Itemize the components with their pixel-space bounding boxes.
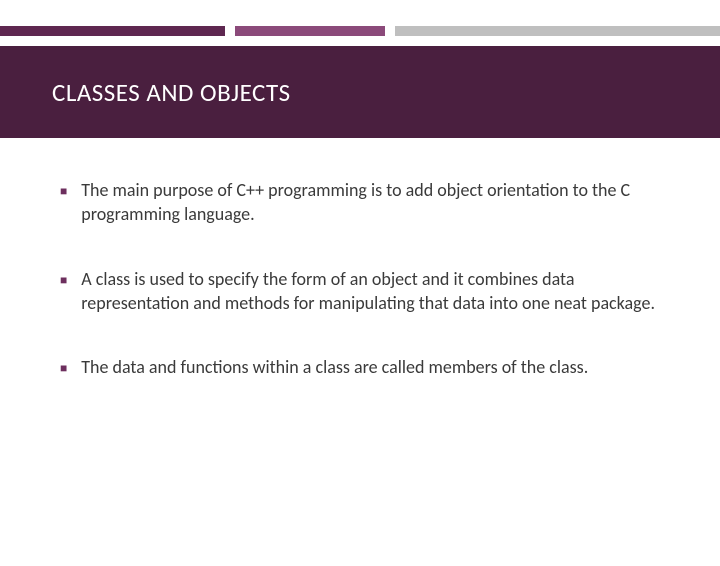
decorative-stripe — [0, 26, 720, 36]
stripe-segment-light — [395, 26, 720, 36]
stripe-segment-mid — [235, 26, 385, 36]
bullet-item: ■ The main purpose of C++ programming is… — [60, 178, 660, 227]
stripe-gap — [385, 26, 395, 36]
bullet-item: ■ The data and functions within a class … — [60, 355, 660, 379]
bullet-text: The data and functions within a class ar… — [81, 355, 660, 379]
slide-content: ■ The main purpose of C++ programming is… — [0, 138, 720, 379]
bullet-item: ■ A class is used to specify the form of… — [60, 267, 660, 316]
bullet-text: A class is used to specify the form of a… — [81, 267, 660, 316]
square-bullet-icon: ■ — [60, 361, 67, 377]
square-bullet-icon: ■ — [60, 184, 67, 200]
stripe-gap — [225, 26, 235, 36]
stripe-segment-dark — [0, 26, 225, 36]
square-bullet-icon: ■ — [60, 273, 67, 289]
bullet-text: The main purpose of C++ programming is t… — [81, 178, 660, 227]
slide-title: CLASSES AND OBJECTS — [52, 77, 291, 108]
title-band: CLASSES AND OBJECTS — [0, 46, 720, 138]
